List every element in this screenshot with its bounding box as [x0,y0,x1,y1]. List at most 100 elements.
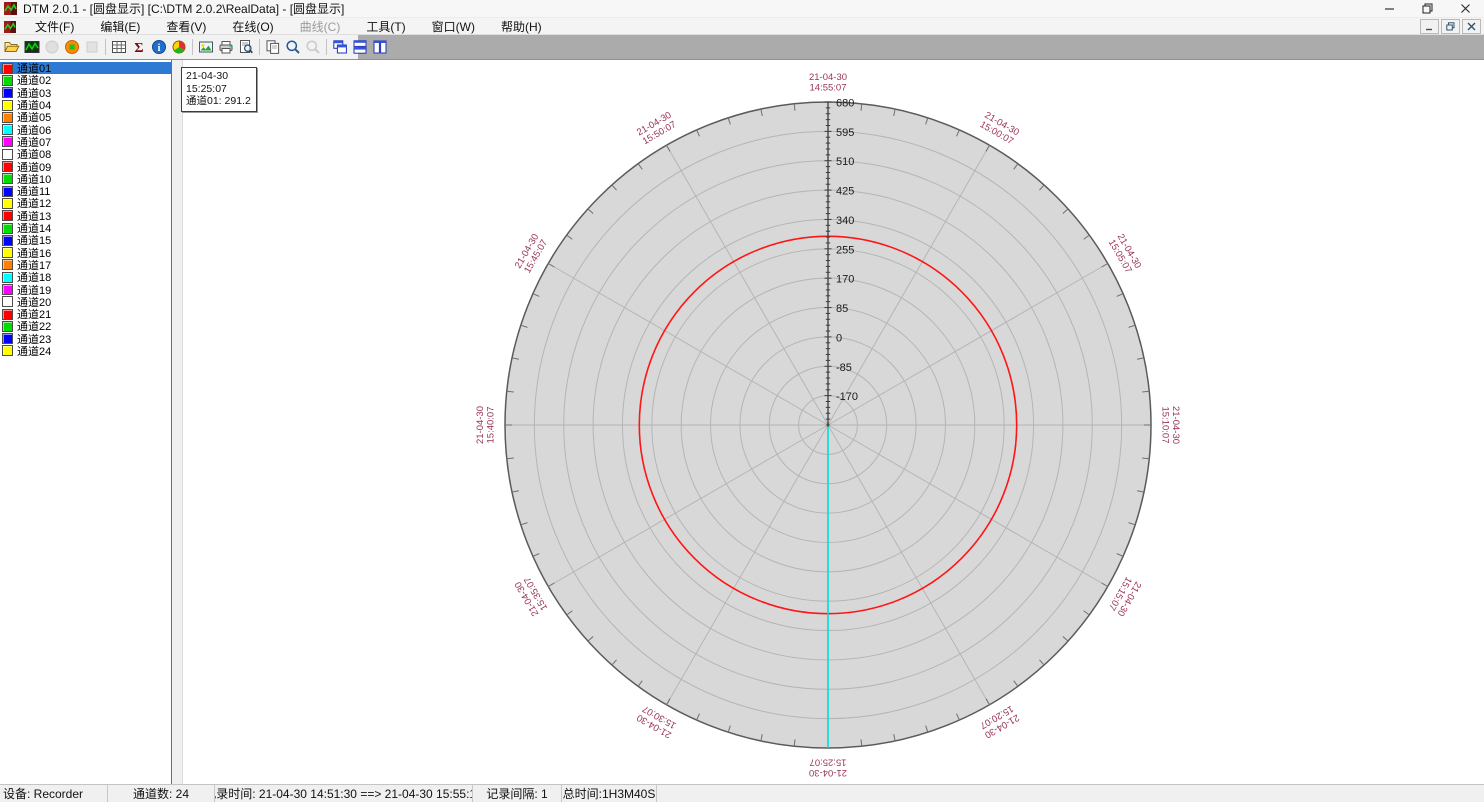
channel-color-swatch [2,198,13,209]
channel-color-swatch [2,173,13,184]
status-device: 设备: Recorder [0,785,108,802]
channel-color-swatch [2,272,13,283]
statistics-sigma-icon[interactable]: Σ [129,37,149,57]
window-controls [1370,0,1484,17]
tile-vertical-icon[interactable] [370,37,390,57]
menu-bar: 文件(F)编辑(E)查看(V)在线(O)曲线(C)工具(T)窗口(W)帮助(H) [0,18,1484,35]
channel-color-swatch [2,247,13,258]
svg-text:i: i [158,43,161,54]
svg-text:-85: -85 [836,362,852,374]
svg-text:-170: -170 [836,391,858,403]
cascade-windows-icon[interactable] [330,37,350,57]
record-stop-icon [82,37,102,57]
zoom-out-icon [303,37,323,57]
svg-text:170: 170 [836,274,854,286]
info-icon[interactable]: i [149,37,169,57]
polar-chart-panel: -170 -85 0 85 170 255 340 425 510 595 680 21-04-301… [183,60,1484,784]
svg-text:255: 255 [836,244,854,256]
menu-c: 曲线(C) [287,18,354,34]
channel-color-swatch [2,223,13,234]
channel-color-swatch [2,136,13,147]
channel-color-swatch [2,235,13,246]
svg-text:21-04-3015:25:07: 21-04-3015:25:07 [809,757,847,779]
pie-chart-icon[interactable] [169,37,189,57]
toolbar-separator [259,39,260,55]
menu-items: 文件(F)编辑(E)查看(V)在线(O)曲线(C)工具(T)窗口(W)帮助(H) [22,18,555,34]
menu-t[interactable]: 工具(T) [353,18,418,34]
channel-color-swatch [2,112,13,123]
channel-color-swatch [2,321,13,332]
channel-color-swatch [2,333,13,344]
channel-color-swatch [2,75,13,86]
record-icon[interactable] [62,37,82,57]
toolbar-band: Σi [0,35,358,59]
channel-color-swatch [2,345,13,356]
channel-color-swatch [2,63,13,74]
svg-text:Σ: Σ [134,41,143,55]
tooltip-date: 21-04-30 [186,70,251,83]
print-preview-icon[interactable] [236,37,256,57]
splitter[interactable] [172,60,183,784]
mdi-restore-button[interactable] [1441,19,1460,34]
svg-text:21-04-3015:40:07: 21-04-3015:40:07 [475,406,497,444]
document-icon[interactable] [4,20,16,32]
tooltip-value: 通道01: 291.2 [186,95,251,108]
toolbar-separator [326,39,327,55]
zoom-icon[interactable] [283,37,303,57]
channel-color-swatch [2,309,13,320]
channel-color-swatch [2,100,13,111]
tooltip-time: 15:25:07 [186,83,251,96]
channel-color-swatch [2,259,13,270]
svg-text:0: 0 [836,332,842,344]
data-table-icon[interactable] [109,37,129,57]
main-content: 通道01通道02通道03通道04通道05通道06通道07通道08通道09通道10… [0,60,1484,784]
close-button[interactable] [1446,0,1484,17]
channel-color-swatch [2,161,13,172]
data-tooltip: 21-04-30 15:25:07 通道01: 291.2 [181,67,257,112]
svg-text:85: 85 [836,303,848,315]
channel-color-swatch [2,296,13,307]
menu-h[interactable]: 帮助(H) [488,18,555,34]
polar-chart[interactable]: -170 -85 0 85 170 255 340 425 510 595 680 21-04-301… [183,60,1484,788]
copy-icon[interactable] [263,37,283,57]
channel-color-swatch [2,87,13,98]
toolbar-separator [105,39,106,55]
menu-v[interactable]: 查看(V) [153,18,219,34]
svg-text:21-04-3015:10:07: 21-04-3015:10:07 [1160,406,1182,444]
channel-color-swatch [2,284,13,295]
svg-text:425: 425 [836,186,854,198]
title-bar: DTM 2.0.1 - [圆盘显示] [C:\DTM 2.0.2\RealDat… [0,0,1484,18]
svg-text:595: 595 [836,127,854,139]
channel-list: 通道01通道02通道03通道04通道05通道06通道07通道08通道09通道10… [0,60,172,784]
mdi-minimize-button[interactable] [1420,19,1439,34]
menu-e[interactable]: 编辑(E) [87,18,153,34]
svg-text:680: 680 [836,98,854,110]
window-title: DTM 2.0.1 - [圆盘显示] [C:\DTM 2.0.2\RealDat… [23,0,344,17]
svg-text:340: 340 [836,215,854,227]
restore-button[interactable] [1408,0,1446,17]
channel-color-swatch [2,210,13,221]
menu-w[interactable]: 窗口(W) [419,18,488,34]
svg-text:21-04-3014:55:07: 21-04-3014:55:07 [809,72,847,94]
record-start-icon [42,37,62,57]
open-file-icon[interactable] [2,37,22,57]
toolbar-separator [192,39,193,55]
mdi-close-button[interactable] [1462,19,1481,34]
tile-horizontal-icon[interactable] [350,37,370,57]
app-icon [4,2,17,15]
print-icon[interactable] [216,37,236,57]
mdi-window-controls [1420,19,1484,34]
export-image-icon[interactable] [196,37,216,57]
channel-list-item[interactable]: 通道24 [0,345,171,357]
menu-f[interactable]: 文件(F) [22,18,87,34]
channel-color-swatch [2,186,13,197]
app-window: DTM 2.0.1 - [圆盘显示] [C:\DTM 2.0.2\RealDat… [0,0,1484,802]
channel-color-swatch [2,124,13,135]
svg-text:510: 510 [836,156,854,168]
realtime-curve-icon[interactable] [22,37,42,57]
channel-color-swatch [2,149,13,160]
minimize-button[interactable] [1370,0,1408,17]
channel-label: 通道24 [17,343,51,359]
menu-o[interactable]: 在线(O) [219,18,286,34]
toolbar: Σi [0,35,1484,60]
